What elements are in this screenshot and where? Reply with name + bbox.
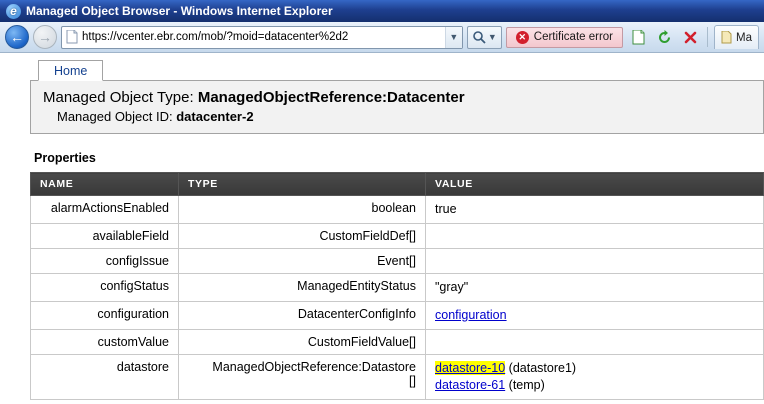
value-text: "gray"	[435, 280, 468, 294]
property-name-cell: configStatus	[31, 274, 179, 302]
header-row: NAME TYPE VALUE	[31, 173, 764, 196]
managed-object-id-line: Managed Object ID: datacenter-2	[57, 109, 751, 124]
value-text: true	[435, 202, 457, 216]
property-type-cell: CustomFieldValue[]	[179, 330, 426, 355]
value-text: (datastore1)	[505, 361, 576, 375]
certificate-error-label: Certificate error	[534, 31, 613, 43]
back-button[interactable]: ←	[5, 25, 29, 49]
value-link[interactable]: datastore-61	[435, 378, 505, 392]
properties-heading: Properties	[34, 151, 764, 165]
property-type-cell: CustomFieldDef[]	[179, 224, 426, 249]
managed-object-id-label: Managed Object ID:	[57, 109, 176, 124]
property-type-cell: Event[]	[179, 249, 426, 274]
column-header-value: VALUE	[426, 173, 764, 196]
column-header-type: TYPE	[179, 173, 426, 196]
column-header-name: NAME	[31, 173, 179, 196]
managed-object-header-panel: Managed Object Type: ManagedObjectRefere…	[30, 80, 764, 134]
page-content: Home Managed Object Type: ManagedObjectR…	[0, 53, 764, 400]
forward-button[interactable]: →	[33, 25, 57, 49]
property-name-cell: availableField	[31, 224, 179, 249]
refresh-icon	[657, 30, 672, 45]
title-bar: e Managed Object Browser - Windows Inter…	[0, 0, 764, 22]
property-name-cell: configuration	[31, 302, 179, 330]
property-name-cell: configIssue	[31, 249, 179, 274]
properties-table-body: alarmActionsEnabledboolean true availableF…	[31, 196, 764, 400]
managed-object-id-value: datacenter-2	[176, 109, 253, 124]
property-value-cell	[426, 330, 764, 355]
managed-object-type-line: Managed Object Type: ManagedObjectRefere…	[43, 89, 751, 106]
address-input[interactable]: https://vcenter.ebr.com/mob/?moid=datace…	[82, 31, 445, 43]
property-type-cell: DatacenterConfigInfo	[179, 302, 426, 330]
tab-label: Ma	[736, 32, 752, 44]
stop-icon	[684, 31, 697, 44]
chevron-down-icon: ▼	[449, 32, 458, 42]
value-line: datastore-61 (temp)	[435, 377, 754, 394]
property-name-cell: alarmActionsEnabled	[31, 196, 179, 224]
value-link[interactable]: configuration	[435, 308, 507, 322]
table-row: datastoreManagedObjectReference:Datastor…	[31, 355, 764, 400]
value-link[interactable]: datastore-10	[435, 361, 505, 375]
value-line: "gray"	[435, 279, 754, 296]
refresh-button[interactable]	[653, 26, 675, 48]
stop-button[interactable]	[679, 26, 701, 48]
tab-home[interactable]: Home	[38, 60, 103, 81]
property-value-cell: "gray"	[426, 274, 764, 302]
internet-explorer-icon: e	[6, 4, 21, 19]
property-value-cell	[426, 224, 764, 249]
page-button[interactable]	[627, 26, 649, 48]
page-icon	[632, 30, 645, 45]
tab-favicon-icon	[721, 31, 732, 44]
property-name-cell: customValue	[31, 330, 179, 355]
table-row: configurationDatacenterConfigInfoconfigu…	[31, 302, 764, 330]
table-row: alarmActionsEnabledboolean true	[31, 196, 764, 224]
table-row: configStatusManagedEntityStatus "gray"	[31, 274, 764, 302]
forward-arrow-icon: →	[38, 29, 52, 45]
search-button[interactable]: ▼	[467, 26, 502, 49]
toolbar-separator	[707, 27, 708, 47]
managed-object-type-label: Managed Object Type:	[43, 89, 198, 106]
back-arrow-icon: ←	[10, 29, 24, 45]
property-type-cell: ManagedObjectReference:Datastore[]	[179, 355, 426, 400]
property-value-cell: true	[426, 196, 764, 224]
properties-table-header: NAME TYPE VALUE	[31, 173, 764, 196]
browser-toolbar: ← → https://vcenter.ebr.com/mob/?moid=da…	[0, 22, 764, 53]
table-row: availableFieldCustomFieldDef[]	[31, 224, 764, 249]
table-row: customValueCustomFieldValue[]	[31, 330, 764, 355]
managed-object-type-value: ManagedObjectReference:Datacenter	[198, 89, 465, 106]
property-type-cell: boolean	[179, 196, 426, 224]
property-value-cell: datastore-10 (datastore1)datastore-61 (t…	[426, 355, 764, 400]
address-bar[interactable]: https://vcenter.ebr.com/mob/?moid=datace…	[61, 26, 463, 49]
value-line: configuration	[435, 307, 754, 324]
page-favicon-icon	[66, 30, 78, 44]
certificate-error-icon: ✕	[516, 31, 529, 44]
address-dropdown-button[interactable]: ▼	[445, 27, 462, 48]
window-title: Managed Object Browser - Windows Interne…	[26, 4, 333, 18]
certificate-error-badge[interactable]: ✕ Certificate error	[506, 27, 623, 48]
value-line: datastore-10 (datastore1)	[435, 360, 754, 377]
browser-tab[interactable]: Ma	[714, 25, 759, 49]
search-icon	[472, 30, 486, 44]
table-row: configIssueEvent[]	[31, 249, 764, 274]
value-text: (temp)	[505, 378, 545, 392]
chevron-down-icon: ▼	[488, 32, 497, 42]
property-value-cell	[426, 249, 764, 274]
property-value-cell: configuration	[426, 302, 764, 330]
properties-table: NAME TYPE VALUE alarmActionsEnabledboole…	[30, 172, 764, 400]
property-type-cell: ManagedEntityStatus	[179, 274, 426, 302]
property-name-cell: datastore	[31, 355, 179, 400]
value-line: true	[435, 201, 754, 218]
